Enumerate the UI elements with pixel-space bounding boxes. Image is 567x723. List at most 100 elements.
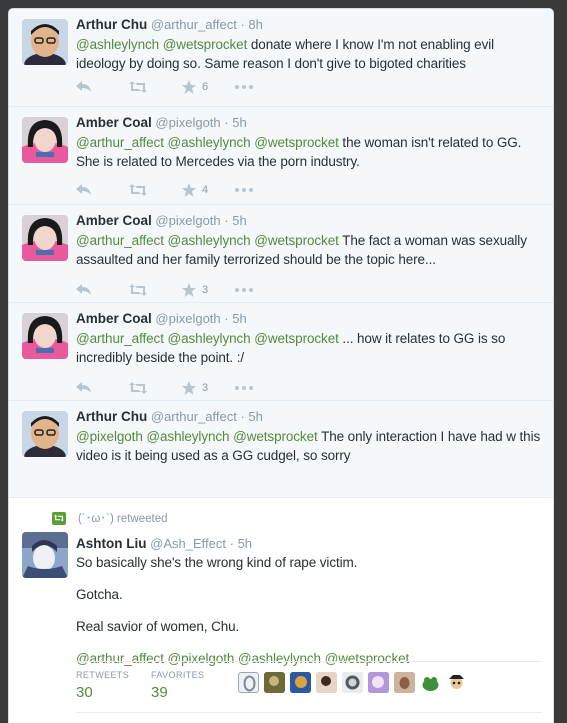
tweet-text-line: Gotcha. bbox=[76, 587, 123, 602]
reply-icon bbox=[76, 284, 91, 295]
author-name[interactable]: Amber Coal bbox=[76, 115, 152, 130]
author-name[interactable]: Arthur Chu bbox=[76, 409, 147, 424]
more-button[interactable] bbox=[235, 85, 288, 89]
mention-link[interactable]: @wetsprocket bbox=[254, 233, 339, 248]
author-handle[interactable]: @pixelgoth bbox=[155, 311, 220, 326]
favoriter-avatar[interactable] bbox=[290, 672, 311, 693]
tweet[interactable]: Amber Coal @pixelgoth · 5h @arthur_affec… bbox=[9, 106, 553, 205]
mention-link[interactable]: @wetsprocket bbox=[254, 331, 339, 346]
avatar[interactable] bbox=[22, 532, 68, 578]
tweet-text: @arthur_affect @ashleylynch @wetsprocket… bbox=[76, 231, 542, 269]
tweet-actions: 4 bbox=[76, 180, 288, 200]
timestamp[interactable]: 8h bbox=[248, 17, 262, 32]
author-name[interactable]: Ashton Liu bbox=[76, 536, 147, 551]
tweet[interactable]: Amber Coal @pixelgoth · 5h @arthur_affec… bbox=[9, 204, 553, 303]
retweet-button[interactable] bbox=[129, 81, 182, 93]
author-name[interactable]: Arthur Chu bbox=[76, 17, 147, 32]
expanded-tweet[interactable]: (´･ω･`) retweeted Ashton Liu @Ash_Effect… bbox=[9, 497, 553, 723]
favorite-count: 6 bbox=[202, 81, 209, 93]
mention-link[interactable]: @ashleylynch bbox=[168, 135, 251, 150]
mention-link[interactable]: @ashleylynch bbox=[146, 429, 229, 444]
avatar[interactable] bbox=[22, 215, 68, 261]
favoriter-avatar[interactable] bbox=[446, 672, 467, 693]
mention-link[interactable]: @arthur_affect bbox=[76, 233, 164, 248]
favoriter-avatar[interactable] bbox=[238, 672, 259, 693]
favoriters bbox=[238, 672, 472, 693]
retweet-button[interactable] bbox=[129, 382, 182, 394]
star-icon bbox=[182, 80, 196, 94]
reply-button[interactable] bbox=[76, 81, 129, 93]
tweet-actions: 6 bbox=[76, 77, 288, 97]
retweet-button[interactable] bbox=[129, 284, 182, 296]
timestamp[interactable]: 5h bbox=[232, 311, 246, 326]
reply-button[interactable] bbox=[76, 184, 129, 196]
tweet-header: Ashton Liu @Ash_Effect · 5h bbox=[76, 536, 253, 551]
tweet-actions: 3 bbox=[76, 280, 288, 300]
tweet[interactable]: Arthur Chu @arthur_affect · 8h @ashleyly… bbox=[9, 9, 553, 106]
author-handle[interactable]: @Ash_Effect bbox=[150, 536, 226, 551]
reply-icon bbox=[76, 184, 91, 195]
reply-icon bbox=[76, 382, 91, 393]
more-button[interactable] bbox=[235, 188, 288, 192]
timestamp[interactable]: 5h bbox=[248, 409, 262, 424]
more-button[interactable] bbox=[235, 386, 288, 390]
mention-link[interactable]: @pixelgoth bbox=[76, 429, 143, 444]
tweet[interactable]: Arthur Chu @arthur_affect · 5h @pixelgot… bbox=[9, 400, 553, 498]
timestamp[interactable]: 5h bbox=[238, 536, 252, 551]
mention-link[interactable]: @ashleylynch bbox=[168, 233, 251, 248]
favoriter-avatar[interactable] bbox=[420, 672, 441, 693]
mention-link[interactable]: @wetsprocket bbox=[233, 429, 318, 444]
avatar[interactable] bbox=[22, 117, 68, 163]
author-name[interactable]: Amber Coal bbox=[76, 213, 152, 228]
retweet-icon bbox=[129, 184, 147, 196]
author-handle[interactable]: @arthur_affect bbox=[151, 17, 237, 32]
favoriter-avatar[interactable] bbox=[368, 672, 389, 693]
tweet-header: Amber Coal @pixelgoth · 5h bbox=[76, 213, 247, 228]
favoriter-avatar[interactable] bbox=[264, 672, 285, 693]
retweeted-by[interactable]: (´･ω･`) retweeted bbox=[52, 510, 168, 526]
retweet-icon bbox=[129, 81, 147, 93]
tweet[interactable]: Amber Coal @pixelgoth · 5h @arthur_affec… bbox=[9, 302, 553, 401]
star-icon bbox=[182, 283, 196, 297]
favorites-stat[interactable]: FAVORITES 39 bbox=[151, 670, 204, 701]
avatar[interactable] bbox=[22, 411, 68, 457]
retweets-label: RETWEETS bbox=[76, 670, 130, 680]
avatar[interactable] bbox=[22, 313, 68, 359]
favoriter-avatar[interactable] bbox=[394, 672, 415, 693]
retweet-badge-icon bbox=[52, 511, 66, 525]
favorite-count: 3 bbox=[202, 382, 209, 394]
author-name[interactable]: Amber Coal bbox=[76, 311, 152, 326]
mention-link[interactable]: @ashleylynch bbox=[76, 37, 159, 52]
more-icon bbox=[235, 85, 253, 89]
retweeted-by-label: (´･ω･`) retweeted bbox=[78, 513, 168, 525]
retweets-stat[interactable]: RETWEETS 30 bbox=[76, 670, 129, 701]
reply-button[interactable] bbox=[76, 382, 129, 394]
favoriter-avatar[interactable] bbox=[342, 672, 363, 693]
star-icon bbox=[182, 381, 196, 395]
mention-link[interactable]: @wetsprocket bbox=[254, 135, 339, 150]
reply-button[interactable] bbox=[76, 284, 129, 296]
mention-link[interactable]: @arthur_affect bbox=[76, 135, 164, 150]
author-handle[interactable]: @arthur_affect bbox=[151, 409, 237, 424]
mention-link[interactable]: @arthur_affect bbox=[76, 331, 164, 346]
more-icon bbox=[235, 386, 253, 390]
tweet-text-line: So basically she's the wrong kind of rap… bbox=[76, 555, 358, 570]
tweet-actions: 3 bbox=[76, 378, 288, 398]
timestamp[interactable]: 5h bbox=[232, 213, 246, 228]
favoriter-avatar[interactable] bbox=[316, 672, 337, 693]
favorite-button[interactable]: 3 bbox=[182, 283, 235, 297]
retweet-icon bbox=[129, 284, 147, 296]
retweet-button[interactable] bbox=[129, 184, 182, 196]
tweet-header: Arthur Chu @arthur_affect · 5h bbox=[76, 409, 263, 424]
favorite-button[interactable]: 3 bbox=[182, 381, 235, 395]
more-button[interactable] bbox=[235, 288, 288, 292]
timestamp[interactable]: 5h bbox=[232, 115, 246, 130]
author-handle[interactable]: @pixelgoth bbox=[155, 115, 220, 130]
favorite-button[interactable]: 6 bbox=[182, 80, 235, 94]
avatar[interactable] bbox=[22, 19, 68, 65]
mention-link[interactable]: @wetsprocket bbox=[163, 37, 248, 52]
favorite-button[interactable]: 4 bbox=[182, 183, 235, 197]
mention-link[interactable]: @ashleylynch bbox=[168, 331, 251, 346]
more-icon bbox=[235, 188, 253, 192]
author-handle[interactable]: @pixelgoth bbox=[155, 213, 220, 228]
